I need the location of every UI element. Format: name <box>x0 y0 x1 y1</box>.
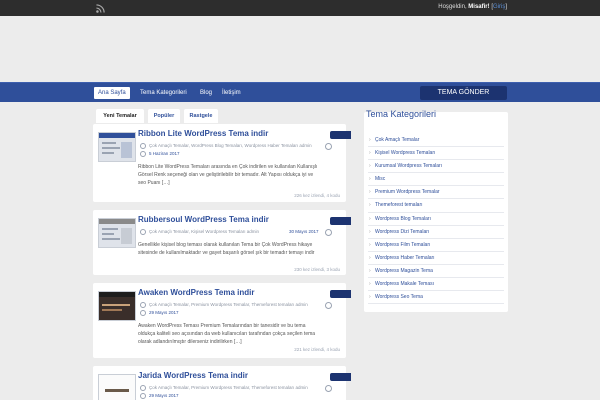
widget-title: Tema Kategorileri <box>366 109 437 119</box>
post-excerpt: Genellikle kişisel blog teması olarak ku… <box>138 242 315 256</box>
chevron-right-icon: › <box>369 294 371 301</box>
post-title[interactable]: Ribbon Lite WordPress Tema indir <box>138 129 268 138</box>
categories-widget: Tema Kategorileri › Çok Amaçlı Temalar › K… <box>364 109 508 312</box>
category-link[interactable]: › Kurumsal Wordpress Temaları <box>368 160 504 174</box>
tab-random[interactable]: Rastgele <box>184 109 218 123</box>
chevron-right-icon: › <box>369 281 371 288</box>
post-excerpt: Ribbon Lite WordPress Temaları arasında … <box>138 164 318 186</box>
post-date: 29 Mayıs 2017 <box>149 310 179 315</box>
post-thumbnail[interactable] <box>98 132 136 162</box>
category-link[interactable]: › Wordpress Haber Temaları <box>368 252 504 265</box>
category-link[interactable]: › Misc <box>368 173 504 187</box>
username: Misafir! <box>468 4 490 10</box>
clock-icon <box>325 229 332 236</box>
comment-badge <box>330 373 351 381</box>
rss-icon[interactable] <box>96 4 105 13</box>
login-area: Hoşgeldin, Misafir! [Giriş] <box>438 4 507 10</box>
clock-icon <box>325 143 332 150</box>
post-meta: Çok Amaçlı Temalar, Premium Wordpress Te… <box>149 385 308 390</box>
post-thumbnail[interactable] <box>98 218 136 248</box>
chevron-right-icon: › <box>369 254 371 261</box>
tab-popular[interactable]: Popüler <box>148 109 180 123</box>
post-stats: 221 kez izlendi, 4 kodu <box>294 347 340 352</box>
post-card: Jarida WordPress Tema indir Çok Amaçlı T… <box>93 366 351 400</box>
category-link[interactable]: › Premium Wordpress Temalar <box>368 186 504 200</box>
post-date: 29 Mayıs 2017 <box>149 393 179 398</box>
category-list: › Çok Amaçlı Temalar › Kişisel Wordpress T… <box>368 134 504 305</box>
category-link[interactable]: › Çok Amaçlı Temalar <box>368 134 504 148</box>
post-meta: Çok Amaçlı Temalar, WordPress Blog Temal… <box>149 143 312 148</box>
chevron-right-icon: › <box>369 228 371 235</box>
post-meta: Çok Amaçlı Temalar, Premium Wordpress Te… <box>149 302 308 307</box>
main-nav: Ana Sayfa Tema Kategorileri Blog İletişi… <box>0 82 600 102</box>
nav-item-blog[interactable]: Blog <box>196 87 216 99</box>
login-link[interactable]: Giriş <box>493 4 505 10</box>
clock-icon <box>325 302 332 309</box>
comment-badge <box>330 290 351 298</box>
tab-new-themes[interactable]: Yeni Temalar <box>96 109 144 123</box>
header-banner <box>0 16 600 82</box>
category-link[interactable]: › Wordpress Blog Temaları <box>368 213 504 226</box>
calendar-icon <box>140 393 146 399</box>
chevron-right-icon: › <box>369 189 371 196</box>
clock-icon <box>325 385 332 392</box>
nav-item-contact[interactable]: İletişim <box>218 87 245 99</box>
bracket-close: ] <box>505 4 507 10</box>
chevron-right-icon: › <box>369 176 371 183</box>
category-link[interactable]: › Wordpress Makale Teması <box>368 278 504 292</box>
comment-badge <box>330 217 351 225</box>
top-bar: Hoşgeldin, Misafir! [Giriş] <box>0 0 600 16</box>
nav-item-categories[interactable]: Tema Kategorileri <box>136 87 191 99</box>
greeting-text: Hoşgeldin, <box>438 4 467 10</box>
category-icon <box>140 302 146 308</box>
post-excerpt: Awaken WordPress Teması Premium Temaları… <box>138 323 316 345</box>
category-link[interactable]: › Wordpress Film Temaları <box>368 239 504 252</box>
category-link[interactable]: › Kişisel Wordpress Temaları <box>368 147 504 161</box>
post-date: 30 Mayıs 2017 <box>289 229 319 234</box>
post-thumbnail[interactable] <box>98 291 136 321</box>
post-title[interactable]: Awaken WordPress Tema indir <box>138 288 254 297</box>
chevron-right-icon: › <box>369 163 371 170</box>
comment-badge <box>330 131 351 139</box>
chevron-right-icon: › <box>369 215 371 222</box>
category-link[interactable]: › Themeforest temaları <box>368 199 504 213</box>
chevron-right-icon: › <box>369 202 371 209</box>
post-stats: 226 kez izlendi, 4 kodu <box>294 193 340 198</box>
post-date: 5 Haziran 2017 <box>149 151 180 156</box>
nav-item-home[interactable]: Ana Sayfa <box>94 87 130 99</box>
calendar-icon <box>140 151 146 157</box>
post-title[interactable]: Rubbersoul WordPress Tema indir <box>138 215 269 224</box>
category-link[interactable]: › Wordpress Dizi Temaları <box>368 226 504 239</box>
category-link[interactable]: › Wordpress Seo Tema <box>368 291 504 305</box>
category-link[interactable]: › Wordpress Magazin Tema <box>368 265 504 279</box>
chevron-right-icon: › <box>369 267 371 274</box>
post-card: Awaken WordPress Tema indir Çok Amaçlı T… <box>93 283 351 358</box>
calendar-icon <box>140 310 146 316</box>
chevron-right-icon: › <box>369 137 371 143</box>
post-thumbnail[interactable] <box>98 374 136 400</box>
category-icon <box>140 385 146 391</box>
submit-theme-button[interactable]: TEMA GÖNDER <box>420 86 507 100</box>
chevron-right-icon: › <box>369 241 371 248</box>
post-stats: 230 kez izlendi, 3 kodu <box>294 267 340 272</box>
category-icon <box>140 143 146 149</box>
category-icon <box>140 229 146 235</box>
post-card: Ribbon Lite WordPress Tema indir Çok Ama… <box>93 124 351 202</box>
post-meta: Çok Amaçlı Temalar, Kişisel Wordpress Te… <box>149 229 260 234</box>
post-title[interactable]: Jarida WordPress Tema indir <box>138 371 248 380</box>
chevron-right-icon: › <box>369 150 371 157</box>
post-card: Rubbersoul WordPress Tema indir Çok Amaç… <box>93 210 351 275</box>
